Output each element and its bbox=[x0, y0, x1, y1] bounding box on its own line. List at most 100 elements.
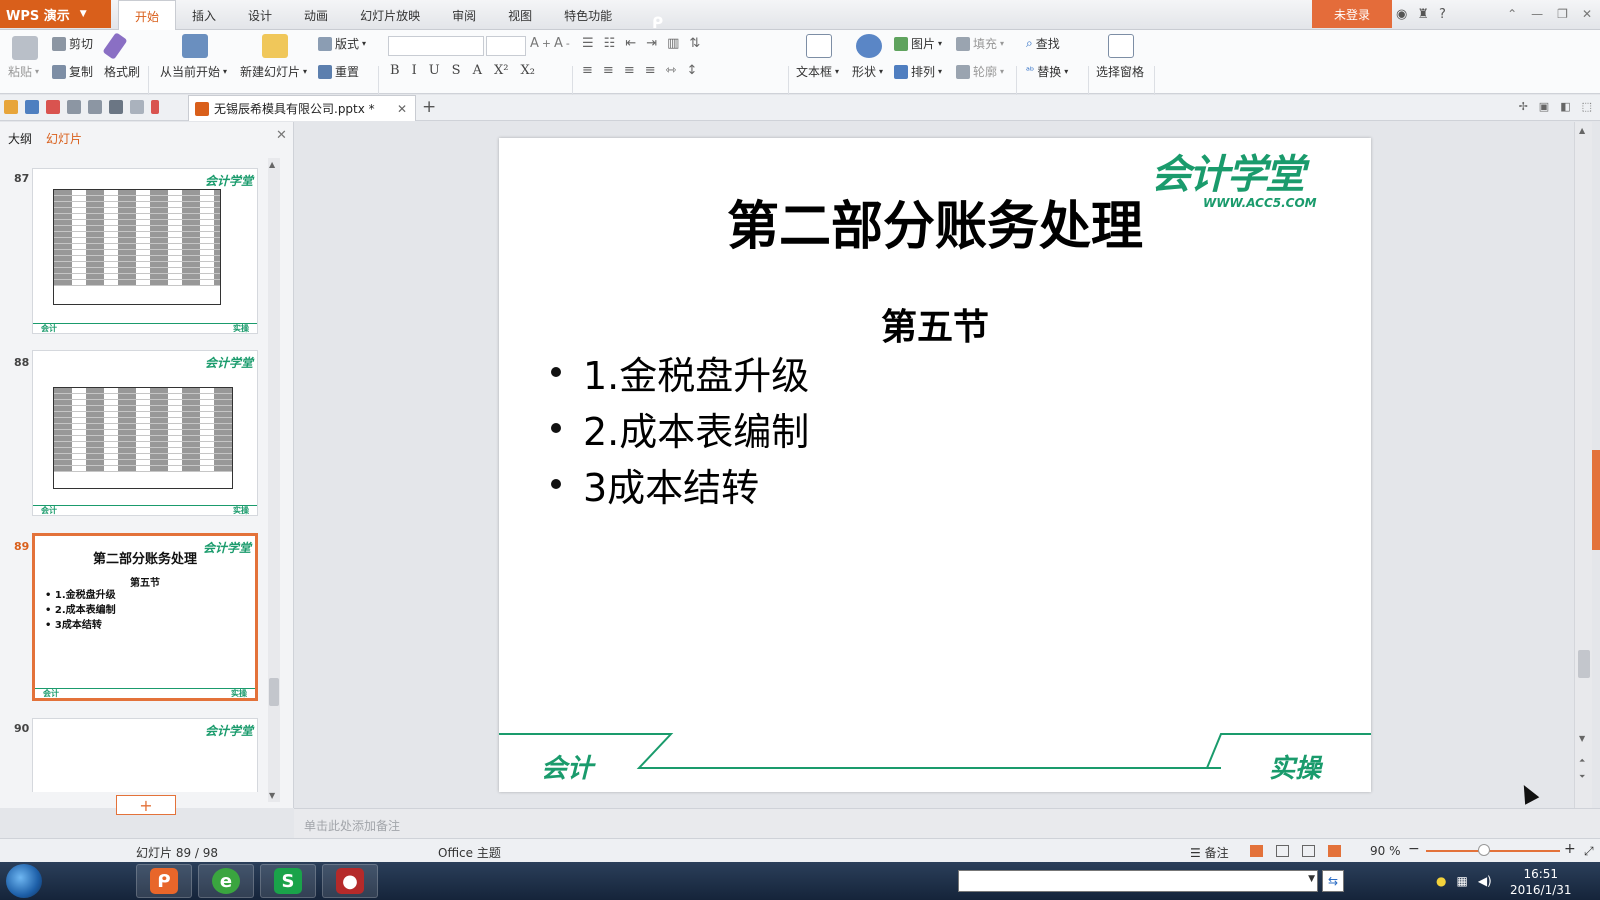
numbering-icon[interactable]: ☷ bbox=[604, 36, 616, 51]
reading-view-icon[interactable] bbox=[1302, 845, 1315, 857]
tab-slides[interactable]: 幻灯片 bbox=[46, 130, 82, 147]
skin-icon[interactable]: ♜ bbox=[1417, 7, 1429, 22]
arrange-button[interactable]: 排列 ▾ bbox=[894, 63, 942, 80]
tab-outline[interactable]: 大纲 bbox=[8, 130, 32, 147]
font-grow-shrink[interactable]: A + A- bbox=[530, 36, 570, 51]
bold-icon[interactable]: B bbox=[390, 63, 400, 78]
slide-sorter-icon[interactable] bbox=[1276, 845, 1289, 857]
line-spacing-icon[interactable]: ↕ bbox=[687, 63, 698, 78]
expand-icon[interactable]: ⬚ bbox=[1582, 100, 1592, 113]
slide-scrollbar[interactable]: ▲ ▼ ⏶ ⏷ bbox=[1574, 122, 1592, 808]
print-preview-icon[interactable] bbox=[88, 100, 102, 114]
format-painter-button[interactable]: 格式刷 bbox=[104, 63, 140, 80]
slide-subtitle[interactable]: 第五节 bbox=[499, 298, 1371, 350]
close-icon[interactable]: ✕ bbox=[1582, 7, 1592, 21]
save-icon[interactable] bbox=[25, 100, 39, 114]
fill-button[interactable]: 填充 ▾ bbox=[956, 35, 1004, 52]
fit-window-icon[interactable]: ⤢ bbox=[1584, 844, 1594, 859]
redo-icon[interactable] bbox=[130, 100, 144, 114]
zoom-out-icon[interactable]: − bbox=[1408, 841, 1420, 857]
print-icon[interactable] bbox=[67, 100, 81, 114]
open-icon[interactable] bbox=[4, 100, 18, 114]
share-icon[interactable]: ▣ bbox=[1539, 100, 1549, 113]
text-direction-icon[interactable]: ⇅ bbox=[689, 36, 700, 51]
tab-animation[interactable]: 动画 bbox=[288, 0, 344, 30]
slide-thumbnail-90[interactable]: 会计学堂 bbox=[32, 718, 258, 792]
undo-icon[interactable] bbox=[109, 100, 123, 114]
selection-pane-icon[interactable] bbox=[1108, 34, 1134, 58]
scrollbar-thumb[interactable] bbox=[1578, 650, 1590, 678]
paste-icon[interactable] bbox=[12, 36, 38, 60]
textbox-button[interactable]: 文本框 ▾ bbox=[796, 63, 839, 80]
shape-button[interactable]: 形状 ▾ bbox=[852, 63, 883, 80]
security-icon[interactable]: ● bbox=[1436, 874, 1446, 888]
notes-toggle[interactable]: ☰ 备注 bbox=[1190, 844, 1229, 861]
subscript-icon[interactable]: X₂ bbox=[520, 63, 534, 78]
go-button[interactable]: ⇆ bbox=[1322, 870, 1344, 892]
scroll-up-icon[interactable]: ▲ bbox=[269, 160, 275, 169]
taskbar-wps-spreadsheet[interactable]: S bbox=[260, 864, 316, 898]
collapse-ribbon-icon[interactable]: ⌃ bbox=[1507, 7, 1517, 21]
start-button[interactable] bbox=[6, 864, 42, 898]
bullet-list[interactable]: 1.金税盘升级 2.成本表编制 3成本结转 bbox=[551, 344, 809, 512]
close-icon[interactable]: ✕ bbox=[397, 102, 407, 116]
tab-slideshow[interactable]: 幻灯片放映 bbox=[344, 0, 436, 30]
thumbnail-scrollbar[interactable]: ▲ ▼ bbox=[268, 158, 280, 802]
new-tab-button[interactable]: + bbox=[422, 97, 436, 117]
clock[interactable]: 16:51 2016/1/31 bbox=[1510, 866, 1572, 898]
slideshow-icon[interactable] bbox=[182, 34, 208, 58]
reset-button[interactable]: 重置 bbox=[318, 63, 359, 80]
slide-thumbnail-89[interactable]: 会计学堂 第二部分账务处理 第五节 • 1.金税盘升级 • 2.成本表编制 • … bbox=[32, 533, 258, 701]
align-right-icon[interactable]: ≡ bbox=[624, 63, 635, 78]
scroll-down-icon[interactable]: ▼ bbox=[1579, 734, 1585, 743]
picture-button[interactable]: 图片 ▾ bbox=[894, 35, 942, 52]
italic-icon[interactable]: I bbox=[412, 63, 417, 78]
notes-area[interactable]: 单击此处添加备注 bbox=[294, 808, 1600, 838]
copy-button[interactable]: 复制 bbox=[52, 63, 93, 80]
from-current-button[interactable]: 从当前开始 ▾ bbox=[160, 63, 227, 80]
tab-home[interactable]: 开始 bbox=[118, 0, 177, 31]
tab-view[interactable]: 视图 bbox=[492, 0, 548, 30]
cut-button[interactable]: 剪切 bbox=[52, 35, 93, 52]
zoom-slider[interactable] bbox=[1426, 850, 1560, 852]
find-button[interactable]: ⌕ 查找 bbox=[1026, 35, 1060, 52]
restore-icon[interactable]: ❐ bbox=[1557, 7, 1568, 21]
network-icon[interactable]: ▦ bbox=[1456, 874, 1467, 888]
sync-icon[interactable]: ◧ bbox=[1560, 100, 1570, 113]
login-button[interactable]: 未登录 bbox=[1312, 0, 1392, 28]
replace-button[interactable]: ᵃᵇ 替换 ▾ bbox=[1026, 63, 1068, 80]
slide-thumbnail-87[interactable]: 会计学堂 会计 实操 bbox=[32, 168, 258, 334]
tab-design[interactable]: 设计 bbox=[232, 0, 288, 30]
tab-insert[interactable]: 插入 bbox=[176, 0, 232, 30]
previous-slide-icon[interactable]: ⏶ bbox=[1579, 756, 1585, 766]
selection-pane-button[interactable]: 选择窗格 bbox=[1096, 63, 1144, 80]
decrease-indent-icon[interactable]: ⇤ bbox=[625, 36, 636, 51]
zoom-in-icon[interactable]: + bbox=[1564, 841, 1576, 857]
scroll-up-icon[interactable]: ▲ bbox=[1579, 126, 1585, 135]
customize-icon[interactable] bbox=[151, 100, 159, 114]
paste-button[interactable]: 粘贴 ▾ bbox=[8, 63, 39, 80]
outline-button[interactable]: 轮廓 ▾ bbox=[956, 63, 1004, 80]
new-slide-button[interactable]: 新建幻灯片 ▾ bbox=[240, 63, 307, 80]
bullets-icon[interactable]: ☰ bbox=[582, 36, 594, 51]
slide-title[interactable]: 第二部分账务处理 bbox=[499, 184, 1371, 259]
address-input[interactable]: ▼ bbox=[958, 870, 1318, 892]
taskbar-recorder[interactable]: ● bbox=[322, 864, 378, 898]
pin-icon[interactable]: ✢ bbox=[1519, 100, 1528, 113]
next-slide-icon[interactable]: ⏷ bbox=[1579, 772, 1585, 782]
side-panel-toggle[interactable] bbox=[1592, 450, 1600, 550]
current-slide[interactable]: 会计学堂 WWW.ACC5.COM 第二部分账务处理 第五节 1.金税盘升级 2… bbox=[499, 138, 1371, 792]
textbox-icon[interactable] bbox=[806, 34, 832, 58]
update-icon[interactable]: ◉ bbox=[1396, 7, 1407, 22]
align-left-icon[interactable]: ≡ bbox=[582, 63, 593, 78]
strikethrough-icon[interactable]: S bbox=[452, 63, 461, 78]
volume-icon[interactable]: ◀) bbox=[1478, 874, 1492, 888]
font-family-select[interactable] bbox=[388, 36, 484, 56]
taskbar-wps-presentation[interactable]: ᑭ bbox=[136, 864, 192, 898]
taskbar-browser[interactable]: e bbox=[198, 864, 254, 898]
underline-icon[interactable]: U bbox=[429, 63, 440, 78]
chevron-down-icon[interactable]: ▼ bbox=[1308, 874, 1315, 884]
normal-view-icon[interactable] bbox=[1250, 845, 1263, 857]
scrollbar-thumb[interactable] bbox=[269, 678, 279, 706]
new-slide-icon[interactable] bbox=[262, 34, 288, 58]
